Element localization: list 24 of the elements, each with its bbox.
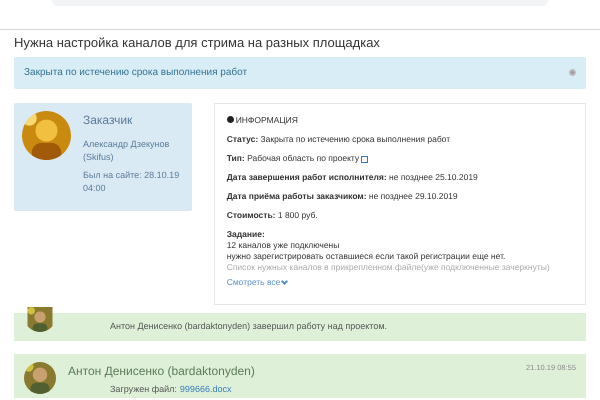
author-name[interactable]: Антон Денисенко (bardaktonyden) <box>68 362 255 380</box>
external-link-icon[interactable] <box>361 156 368 162</box>
task-line: 12 каналов уже подключены <box>226 240 340 252</box>
chevron-down-icon <box>281 278 288 285</box>
info-icon <box>226 116 234 124</box>
message-text: Антон Денисенко (bardaktonyden) завершил работу над проектом. <box>110 320 388 333</box>
file-label: Загружен файл: <box>110 382 177 396</box>
customer-name[interactable]: Александр Дзекунов (Skifus) <box>83 138 183 164</box>
task-label: Задание: <box>226 229 266 240</box>
info-field: Дата приёма работы заказчиком: не позднее 29.10.2019 <box>226 191 573 202</box>
info-field: Дата завершения работ исполнителя: не позднее 25.10.2019 <box>226 172 573 184</box>
last-seen: Был на сайте: 28.10.19 04:00 <box>83 168 180 194</box>
info-heading: ИНФОРМАЦИЯ <box>236 114 298 126</box>
task-line: нужно зарегистрировать оставшиеся если такой регистрации еще нет. <box>226 251 506 262</box>
info-field: Тип: Рабочая область по проекту <box>226 153 573 164</box>
close-icon[interactable] <box>569 69 576 76</box>
task-line: Список нужных каналов в прикрепленном файле(уже подключенные зачеркнуты) <box>226 262 551 274</box>
page-title: Нужна настройка каналов для стрима на разных площадках <box>13 34 381 52</box>
info-field: Статус: Закрыта по истечению срока выполнения работ <box>226 134 573 146</box>
info-field: Стоимость: 1 800 руб. <box>226 210 573 222</box>
customer-heading: Заказчик <box>83 112 134 128</box>
file-link[interactable]: 999666.docx <box>180 382 232 396</box>
alert-text: Закрыта по истечению срока выполнения работ <box>24 66 248 80</box>
see-all-link[interactable]: Смотреть все <box>226 276 288 289</box>
